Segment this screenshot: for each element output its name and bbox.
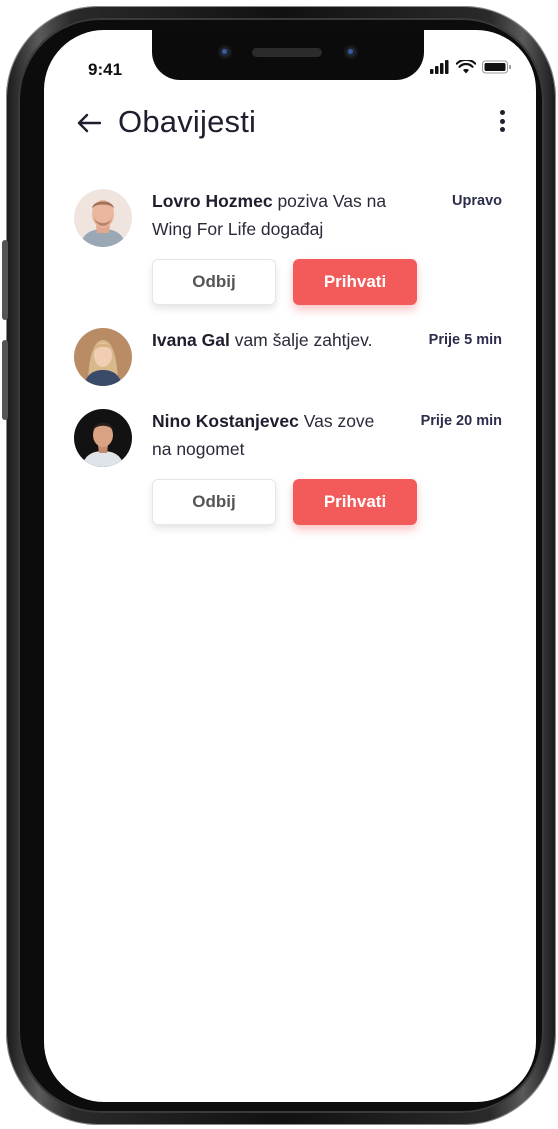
notification-item: Lovro Hozmec poziva Vas na Wing For Life… (74, 189, 504, 309)
notch (152, 30, 424, 80)
notification-message: vam šalje zahtjev. (229, 330, 373, 350)
notification-time: Upravo (452, 193, 502, 209)
notification-time: Prije 5 min (428, 332, 502, 348)
sender-name: Lovro Hozmec (152, 191, 273, 211)
notification-text: Nino Kostanjevec Vas zove na nogomet (152, 407, 392, 463)
wifi-icon (456, 60, 476, 74)
avatar (74, 189, 132, 247)
accept-button[interactable]: Prihvati (293, 259, 417, 305)
avatar (74, 328, 132, 386)
speaker (252, 48, 322, 57)
page-title: Obavijesti (118, 104, 257, 139)
more-options-icon[interactable] (494, 106, 510, 136)
notification-item: Ivana Gal vam šalje zahtjev. Prije 5 min (74, 328, 504, 392)
notification-time: Prije 20 min (420, 413, 502, 429)
sender-name: Ivana Gal (152, 330, 230, 350)
side-button (2, 340, 8, 420)
battery-icon (482, 60, 511, 74)
decline-button[interactable]: Odbij (152, 259, 276, 305)
back-arrow-icon[interactable] (74, 108, 104, 138)
sensor (344, 45, 358, 59)
notification-text: Lovro Hozmec poziva Vas na Wing For Life… (152, 187, 392, 243)
signal-icon (430, 60, 449, 74)
status-time: 9:41 (88, 60, 123, 79)
phone-screen: 9:41 Obavijesti Lovro Hozmec poziva Vas … (44, 30, 536, 1102)
sender-name: Nino Kostanjevec (152, 411, 299, 431)
notification-item: Nino Kostanjevec Vas zove na nogomet Pri… (74, 409, 504, 529)
decline-button[interactable]: Odbij (152, 479, 276, 525)
app-header: Obavijesti (72, 104, 512, 150)
notification-text: Ivana Gal vam šalje zahtjev. (152, 326, 392, 354)
status-icons (430, 60, 512, 74)
side-button (2, 240, 8, 320)
accept-button[interactable]: Prihvati (293, 479, 417, 525)
avatar (74, 409, 132, 467)
front-camera (218, 45, 232, 59)
